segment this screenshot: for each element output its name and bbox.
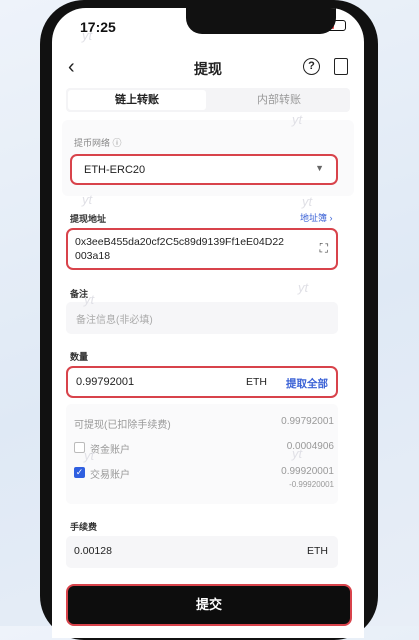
- watermark: yt: [292, 446, 303, 461]
- memo-input[interactable]: 备注信息(非必填): [66, 302, 338, 334]
- trade-account-value: 0.99920001: [281, 466, 334, 477]
- watermark: yt: [84, 292, 95, 307]
- watermark: yt: [302, 194, 313, 209]
- submit-button[interactable]: 提交: [66, 584, 352, 626]
- watermark: yt: [298, 280, 309, 295]
- trade-account-deduction: -0.99920001: [289, 480, 334, 489]
- available-label: 可提现(已扣除手续费): [74, 420, 171, 431]
- watermark: yt: [82, 192, 93, 207]
- chevron-down-icon: ▼: [315, 163, 324, 173]
- amount-input[interactable]: 0.99792001 ETH 提取全部: [66, 366, 338, 398]
- scan-icon[interactable]: ⛶: [320, 241, 328, 256]
- camera-notch: [186, 8, 336, 34]
- fee-field: 0.00128 ETH: [66, 536, 338, 568]
- available-value: 0.99792001: [281, 416, 334, 427]
- watermark: yt: [82, 28, 93, 43]
- memo-placeholder: 备注信息(非必填): [76, 315, 153, 326]
- address-input[interactable]: 0x3eeB455da20cf2C5c89d9139Ff1eE04D22 003…: [66, 228, 338, 270]
- watermark: yt: [292, 112, 303, 127]
- app-screen: 17:25 ‹ 提现 ? 链上转账 内部转账 提币网络 ⓘ ETH-ERC20 …: [52, 8, 364, 638]
- nav-bar: ‹ 提现 ?: [52, 50, 364, 86]
- trade-account-checkbox[interactable]: ✓: [74, 467, 85, 478]
- transfer-tabs: 链上转账 内部转账: [66, 88, 350, 112]
- watermark: yt: [84, 448, 95, 463]
- fee-value: 0.00128: [74, 545, 112, 557]
- help-icon[interactable]: ?: [303, 58, 320, 75]
- tab-onchain[interactable]: 链上转账: [68, 90, 206, 110]
- tab-internal[interactable]: 内部转账: [210, 90, 348, 110]
- network-label: 提币网络 ⓘ: [74, 138, 122, 148]
- fee-label: 手续费: [70, 522, 98, 532]
- fund-account-label: 资金账户: [90, 445, 130, 456]
- amount-unit: ETH: [246, 376, 267, 388]
- address-line-1: 0x3eeB455da20cf2C5c89d9139Ff1eE04D22: [75, 236, 285, 248]
- withdraw-all-button[interactable]: 提取全部: [286, 376, 328, 391]
- address-label: 提现地址: [70, 214, 107, 224]
- trade-account-label: 交易账户: [90, 470, 130, 481]
- amount-value: 0.99792001: [76, 376, 135, 388]
- fee-unit: ETH: [307, 545, 328, 557]
- network-value: ETH-ERC20: [84, 164, 146, 176]
- history-record-icon[interactable]: [334, 58, 348, 75]
- address-line-2: 003a18: [75, 250, 111, 262]
- submit-label: 提交: [195, 597, 222, 612]
- amount-label: 数量: [70, 352, 89, 362]
- address-book-link[interactable]: 地址簿 ›: [300, 211, 333, 224]
- network-select[interactable]: ETH-ERC20 ▼: [70, 154, 338, 185]
